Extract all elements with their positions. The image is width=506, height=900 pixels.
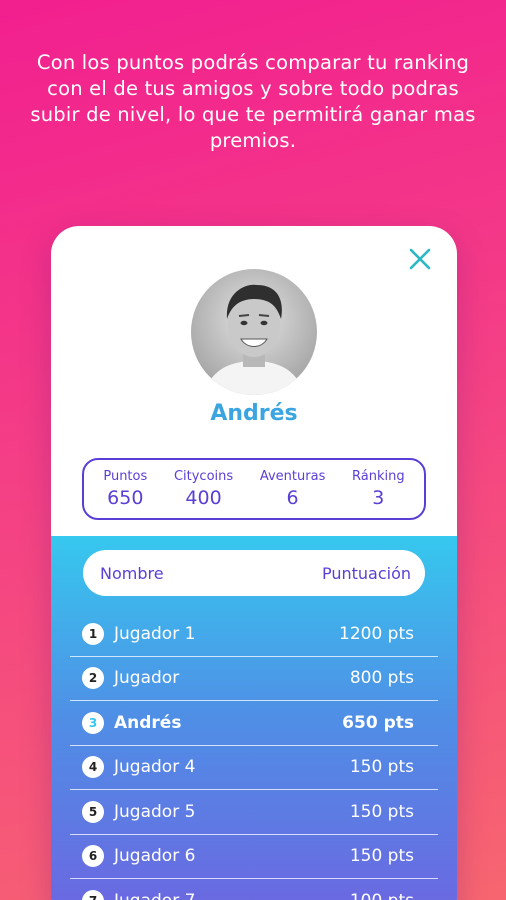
stat-value: 650 — [107, 487, 144, 509]
player-name: Andrés — [114, 712, 182, 733]
stats-panel: Puntos 650 Citycoins 400 Aventuras 6 Rán… — [82, 458, 426, 520]
player-name: Jugador 1 — [114, 623, 196, 644]
stat-label: Puntos — [103, 469, 148, 484]
stat-label: Ránking — [352, 469, 405, 484]
header-score: Puntuación — [321, 563, 411, 583]
ranking-row[interactable]: 7 Jugador 7 100 pts — [70, 879, 438, 900]
stat-aventuras: Aventuras 6 — [260, 469, 325, 509]
ranking-row-current-user[interactable]: 3 Andrés 650 pts — [70, 701, 438, 746]
position-badge: 1 — [82, 622, 104, 645]
ranking-row[interactable]: 2 Jugador 800 pts — [70, 657, 438, 701]
position-badge: 3 — [82, 711, 104, 734]
profile-name: Andrés — [210, 401, 298, 426]
close-icon — [409, 248, 431, 270]
player-points: 1200 pts — [339, 623, 414, 644]
stat-ranking: Ránking 3 — [352, 469, 405, 509]
ranking-section: Nombre Puntuación 1 Jugador 1 1200 pts 2… — [51, 536, 457, 900]
ranking-row[interactable]: 4 Jugador 4 150 pts — [70, 746, 438, 790]
player-name: Jugador 7 — [114, 891, 350, 900]
stat-puntos: Puntos 650 — [103, 469, 147, 509]
player-name: Jugador — [114, 668, 180, 689]
player-points: 150 pts — [349, 757, 414, 778]
player-points: 150 pts — [349, 801, 414, 822]
stat-value: 3 — [372, 487, 385, 509]
player-points: 800 pts — [349, 668, 414, 689]
header-name: Nombre — [100, 563, 164, 583]
stat-citycoins: Citycoins 400 — [174, 469, 233, 509]
ranking-row[interactable]: 5 Jugador 5 150 pts — [70, 790, 438, 835]
avatar — [191, 269, 317, 395]
position-badge: 4 — [82, 756, 104, 779]
close-button[interactable] — [407, 246, 433, 272]
stat-label: Citycoins — [173, 469, 234, 484]
profile-card: Andrés Puntos 650 Citycoins 400 Aventura… — [51, 226, 457, 900]
stat-label: Aventuras — [259, 469, 326, 484]
user-avatar-photo — [191, 269, 317, 395]
position-badge: 6 — [82, 845, 104, 868]
player-points: 100 pts — [350, 891, 414, 900]
position-badge: 5 — [82, 800, 104, 823]
promo-text: Con los puntos podrás comparar tu rankin… — [30, 51, 476, 152]
ranking-row[interactable]: 1 Jugador 1 1200 pts — [70, 612, 438, 657]
player-name: Jugador 6 — [114, 846, 196, 867]
ranking-header: Nombre Puntuación — [83, 550, 425, 596]
player-points: 150 pts — [349, 846, 414, 867]
ranking-list: 1 Jugador 1 1200 pts 2 Jugador 800 pts 3… — [70, 612, 438, 900]
position-badge: 2 — [82, 667, 104, 690]
stat-value: 400 — [185, 487, 222, 509]
player-name: Jugador 5 — [114, 801, 196, 822]
position-badge: 7 — [82, 889, 104, 900]
player-points: 650 pts — [342, 712, 414, 733]
stat-value: 6 — [286, 487, 299, 509]
player-name: Jugador 4 — [114, 757, 196, 778]
ranking-row[interactable]: 6 Jugador 6 150 pts — [70, 835, 438, 879]
